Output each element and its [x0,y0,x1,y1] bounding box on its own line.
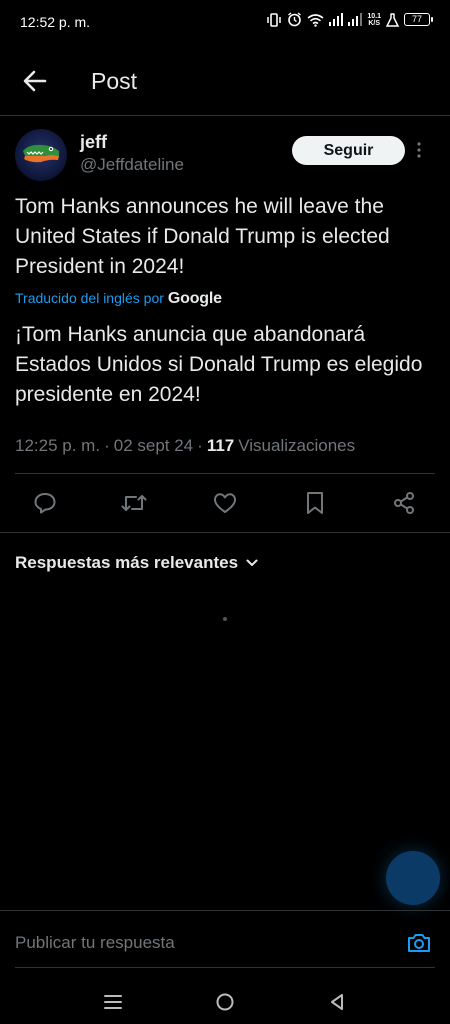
flask-icon [386,12,399,27]
top-bar: Post [0,44,450,116]
network-speed: 10.1 K/S [367,13,381,27]
status-time: 12:52 p. m. [20,14,91,30]
battery-level: 77 [411,14,422,24]
chevron-down-icon [246,559,258,566]
reply-composer: Publicar tu respuesta [0,910,450,980]
signal-icon [329,13,344,26]
share-button[interactable] [391,490,417,516]
share-icon [394,492,414,514]
menu-icon [104,995,122,1009]
battery-icon: 77 [404,13,433,26]
views-count[interactable]: 117 [207,436,234,456]
repost-icon [121,495,147,511]
bookmark-button[interactable] [302,490,328,516]
divider [0,532,450,533]
status-icons: 10.1 K/S 77 [266,12,433,27]
reply-input[interactable]: Publicar tu respuesta [15,933,175,953]
signal-icon [348,13,363,26]
post-translation: ¡Tom Hanks anuncia que abandonará Estado… [15,323,423,406]
network-speed-value: 10.1 [367,12,381,20]
home-circle-icon [216,993,234,1011]
post-text: Tom Hanks announces he will leave the Un… [15,195,390,278]
post-metadata: 12:25 p. m. · 02 sept 24 · 117 Visualiza… [15,436,355,456]
author-handle[interactable]: @Jeffdateline [80,155,184,175]
replies-sort-dropdown[interactable]: Respuestas más relevantes [15,553,258,573]
translation-label: Traducido del inglés por [15,290,164,306]
views-label: Visualizaciones [238,436,356,455]
post-author: jeff @Jeffdateline Seguir [0,128,450,184]
reply-button[interactable] [32,490,58,516]
vibrate-icon [267,12,282,27]
follow-button[interactable]: Seguir [292,136,405,165]
more-vertical-icon [417,142,421,158]
replies-sort-label: Respuestas más relevantes [15,553,239,572]
bookmark-icon [307,492,323,514]
reply-icon [34,493,56,514]
back-button[interactable] [18,64,52,98]
recent-apps-button[interactable] [98,988,128,1016]
more-options-button[interactable] [416,141,422,164]
author-name[interactable]: jeff [80,132,107,153]
post-actions [0,474,450,532]
repost-button[interactable] [121,490,147,516]
meta-separator: · [197,436,203,455]
camera-icon [408,934,430,952]
google-logo: Google [167,290,222,307]
reply-input-underline [15,967,435,968]
camera-button[interactable] [406,931,432,960]
back-nav-button[interactable] [322,988,352,1016]
loading-indicator [223,617,227,621]
like-icon [214,493,236,513]
like-button[interactable] [212,490,238,516]
meta-separator: · [104,436,110,455]
gator-logo-icon [23,144,59,163]
compose-fab-button[interactable] [386,851,440,905]
system-navigation-bar [0,980,450,1024]
alarm-icon [288,12,302,27]
post-time: 12:25 p. m. [15,436,101,455]
triangle-back-icon [331,994,343,1010]
post-date: 02 sept 24 [113,436,194,455]
page-title: Post [91,68,138,94]
translation-attribution[interactable]: Traducido del inglés por Google [15,290,222,308]
wifi-icon [307,13,324,27]
arrow-left-icon [23,70,47,92]
home-button[interactable] [210,988,240,1016]
network-speed-unit: K/S [368,19,381,27]
avatar[interactable] [15,129,67,181]
status-bar: 12:52 p. m. 10.1 K/S 77 [0,0,450,44]
